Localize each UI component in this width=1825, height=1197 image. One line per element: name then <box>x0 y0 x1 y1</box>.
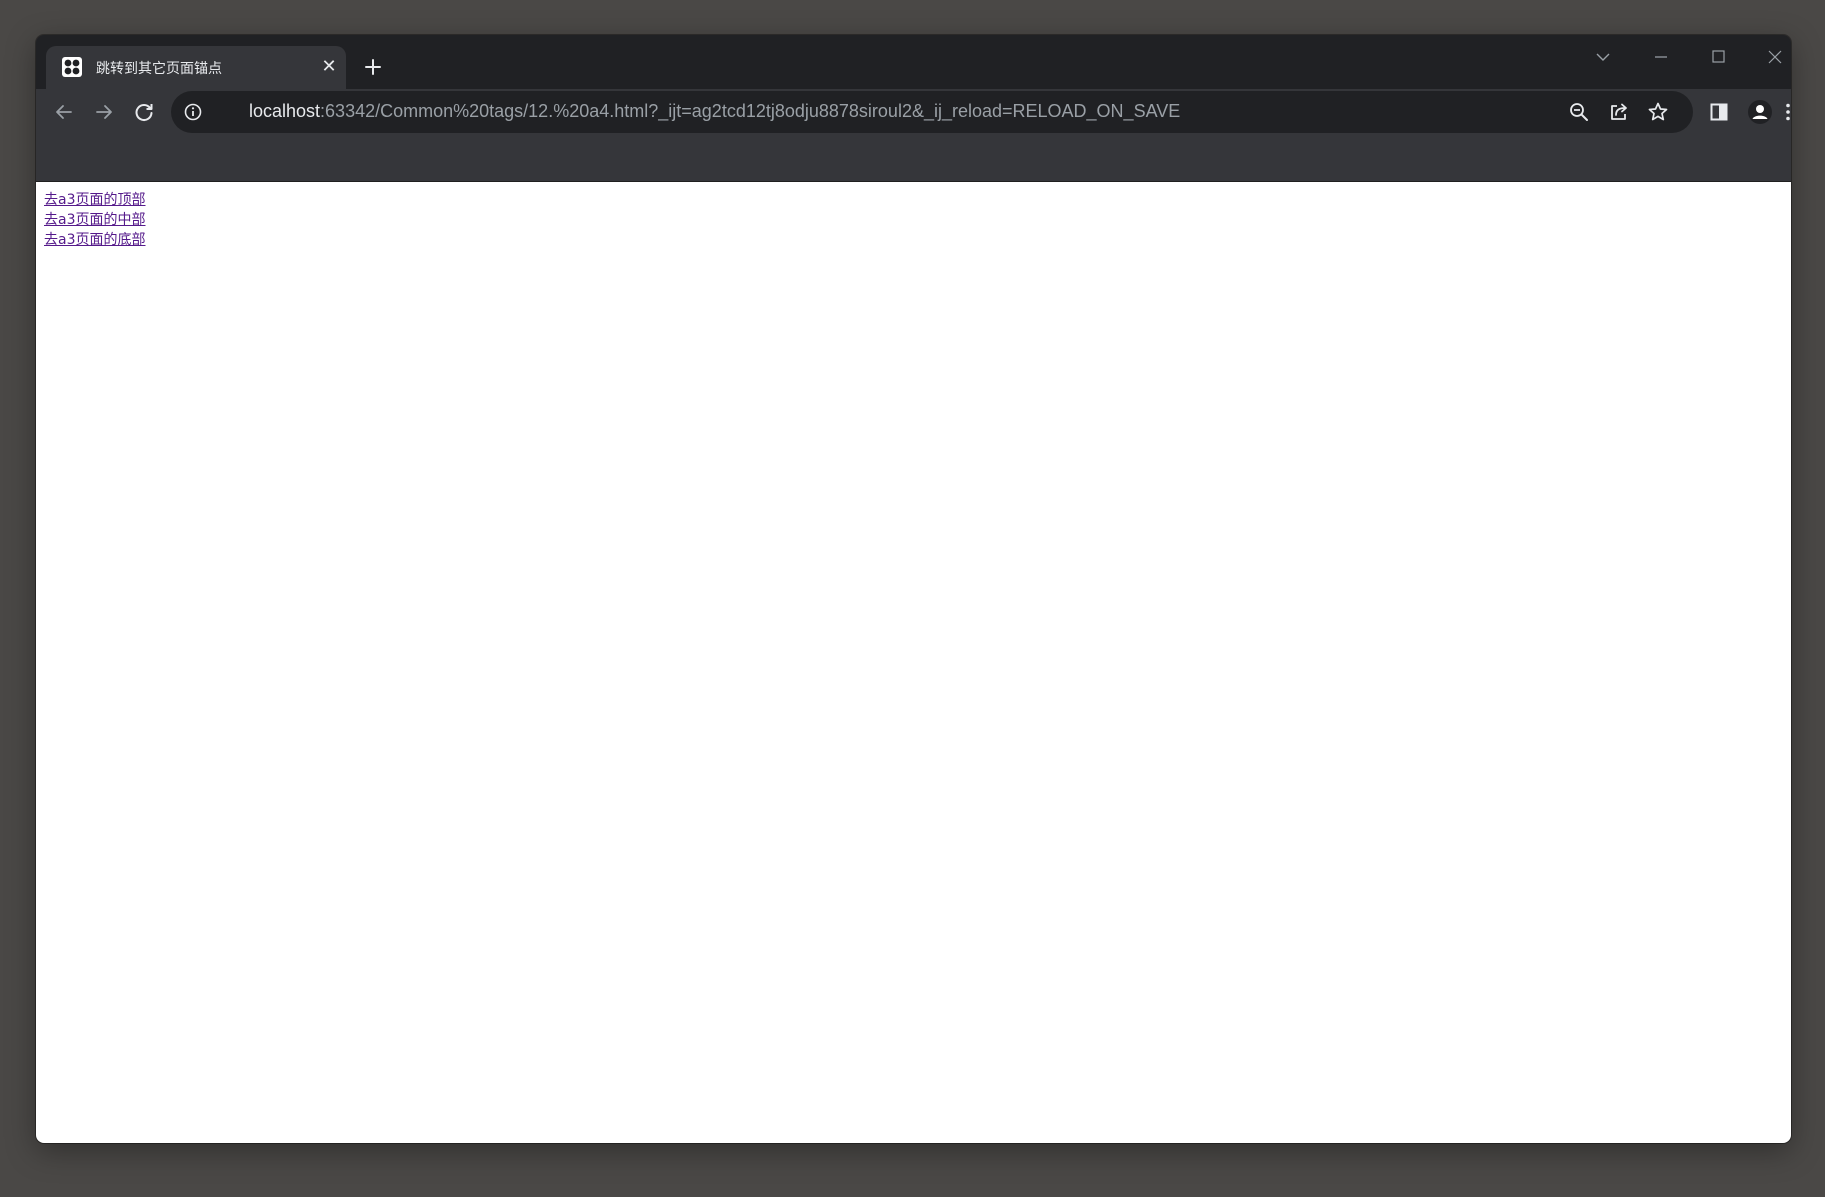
side-panel-icon[interactable] <box>1704 97 1734 127</box>
share-icon[interactable] <box>1607 100 1631 124</box>
menu-icon[interactable] <box>1785 97 1791 127</box>
close-window-icon[interactable] <box>1760 45 1790 69</box>
bookmarks-bar <box>36 135 1791 182</box>
maximize-icon[interactable] <box>1703 45 1733 69</box>
browser-window: 跳转到其它页面锚点 ✕ localhost:63342/Common%20tag… <box>36 35 1791 1143</box>
link-a3-top[interactable]: 去a3页面的顶部 <box>44 190 146 210</box>
url-text[interactable]: localhost:63342/Common%20tags/12.%20a4.h… <box>249 101 1180 122</box>
browser-toolbar: localhost:63342/Common%20tags/12.%20a4.h… <box>36 89 1791 135</box>
url-path: :63342/Common%20tags/12.%20a4.html?_ijt=… <box>320 101 1181 121</box>
reload-icon[interactable] <box>129 97 159 127</box>
anchor-link-list: 去a3页面的顶部 去a3页面的中部 去a3页面的底部 <box>44 190 146 250</box>
tab-search-chevron-icon[interactable] <box>1588 45 1618 69</box>
link-a3-bottom[interactable]: 去a3页面的底部 <box>44 230 146 250</box>
close-tab-icon[interactable]: ✕ <box>320 58 338 76</box>
back-icon[interactable] <box>49 97 79 127</box>
tab-strip: 跳转到其它页面锚点 ✕ <box>36 35 1791 89</box>
page-content: 去a3页面的顶部 去a3页面的中部 去a3页面的底部 <box>36 182 1791 1143</box>
minimize-icon[interactable] <box>1646 45 1676 69</box>
star-icon[interactable] <box>1646 100 1670 124</box>
zoom-out-icon[interactable] <box>1567 100 1591 124</box>
profile-icon[interactable] <box>1745 97 1775 127</box>
new-tab-plus-icon[interactable] <box>359 53 387 81</box>
address-bar[interactable]: localhost:63342/Common%20tags/12.%20a4.h… <box>171 91 1693 133</box>
info-icon[interactable] <box>183 102 203 122</box>
tab-active[interactable]: 跳转到其它页面锚点 ✕ <box>46 46 346 89</box>
forward-icon[interactable] <box>89 97 119 127</box>
tab-title: 跳转到其它页面锚点 <box>96 61 222 77</box>
grid-favicon-icon <box>62 57 82 77</box>
link-a3-middle[interactable]: 去a3页面的中部 <box>44 210 146 230</box>
url-host: localhost <box>249 101 321 121</box>
